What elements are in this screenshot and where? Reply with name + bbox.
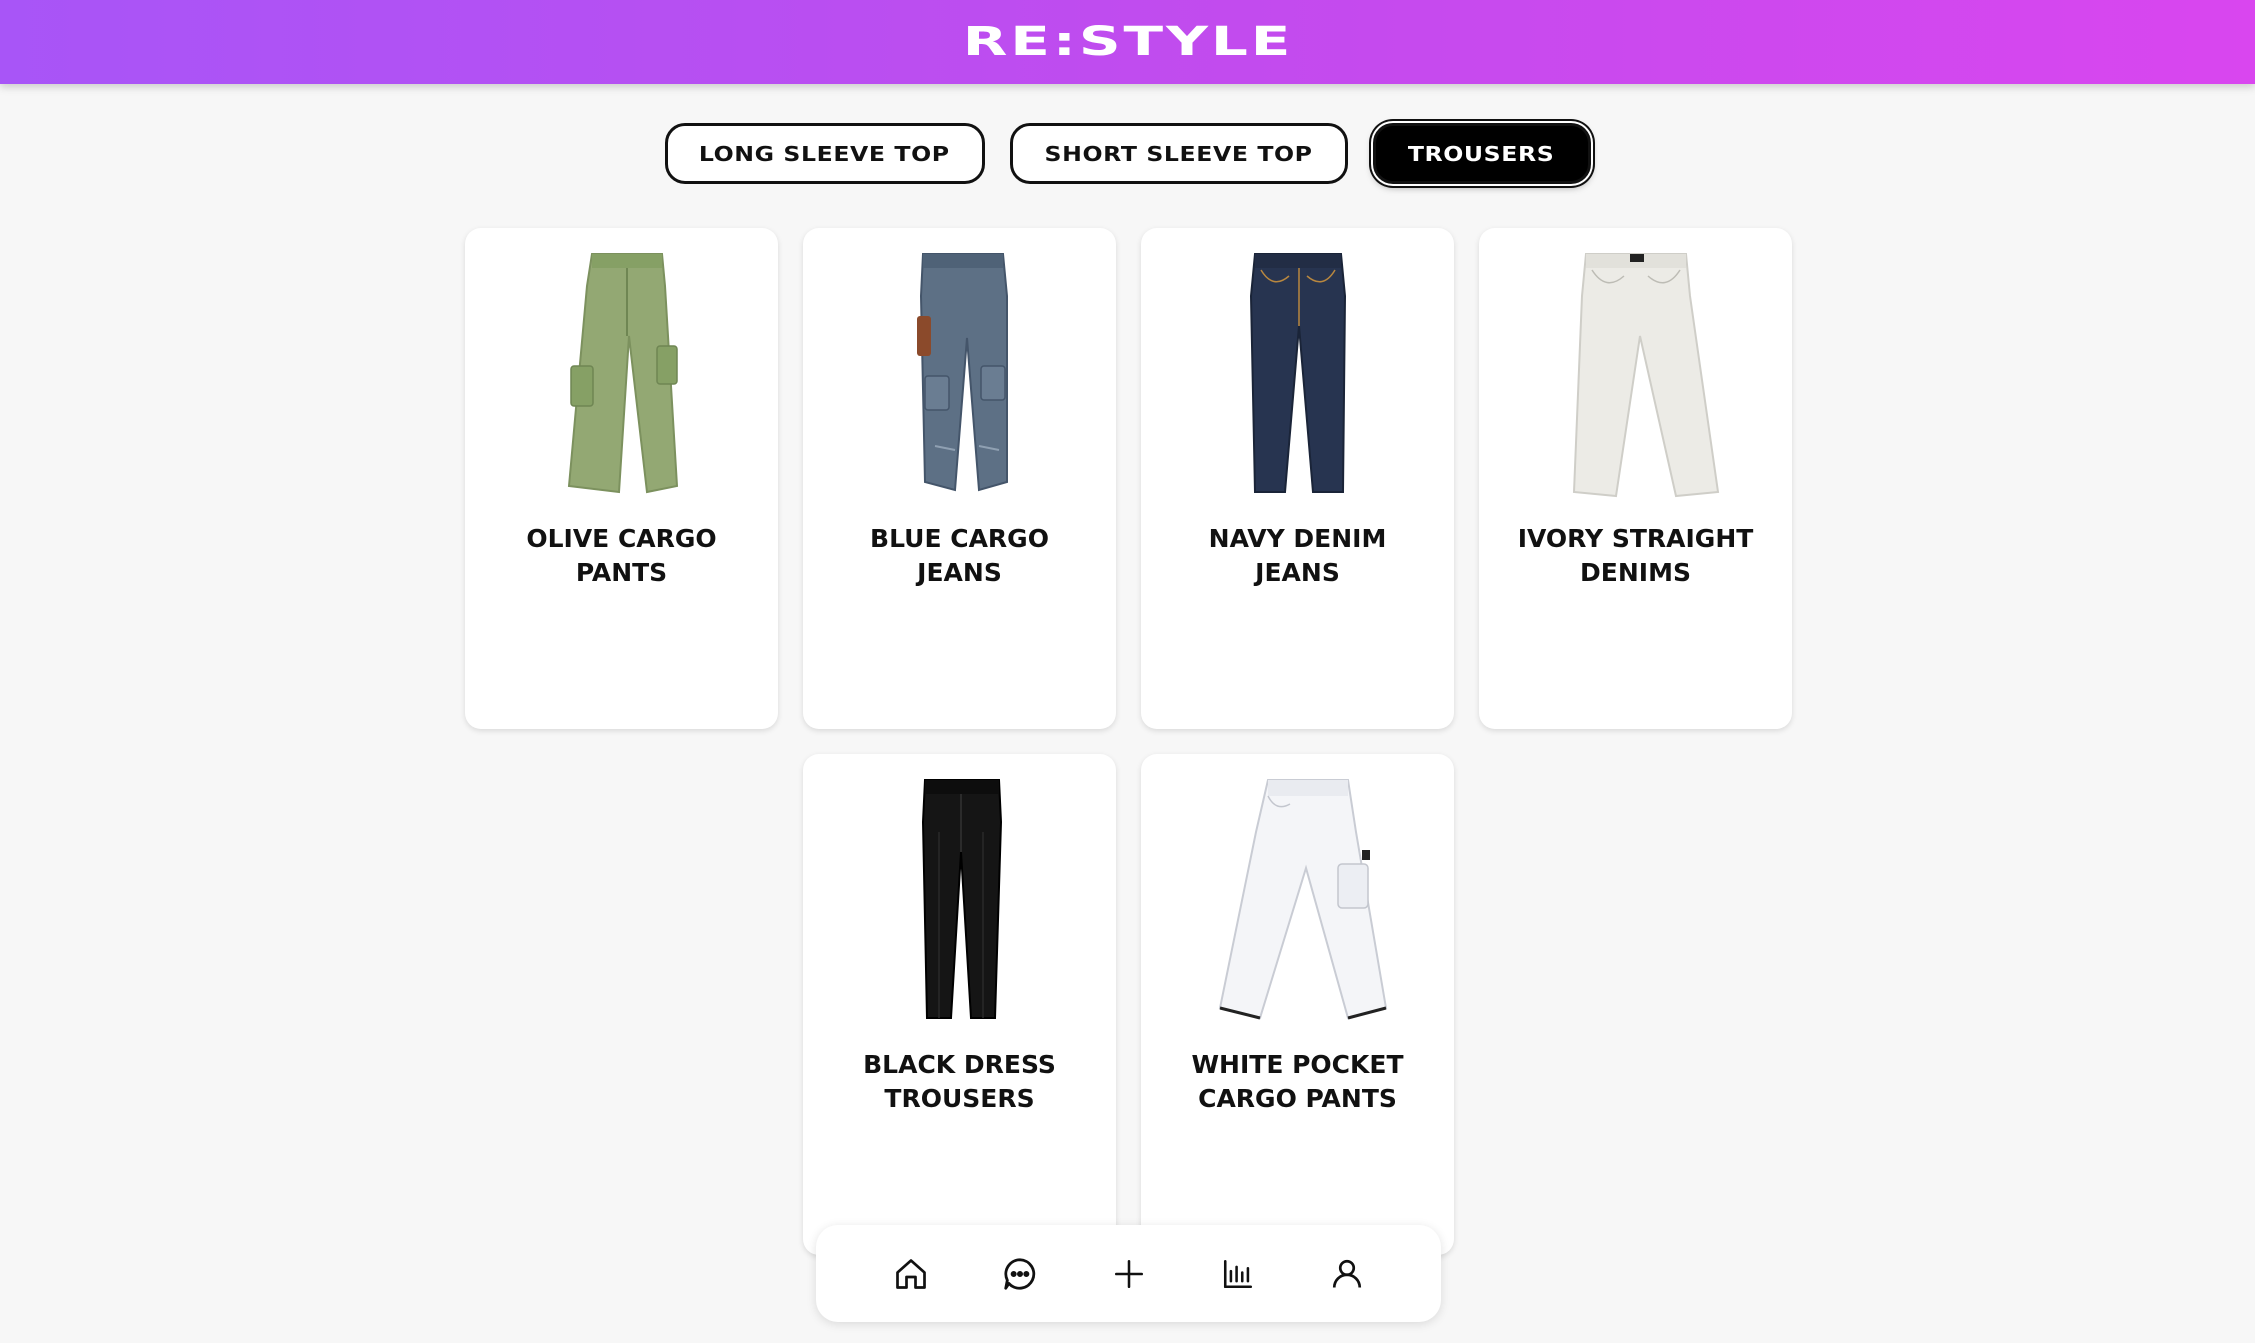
tab-short-sleeve-top[interactable]: SHORT SLEEVE TOP: [1009, 123, 1348, 184]
tab-label: SHORT SLEEVE TOP: [1044, 141, 1313, 166]
product-card[interactable]: OLIVE CARGO PANTS: [465, 228, 778, 729]
product-name: OLIVE CARGO PANTS: [526, 524, 717, 587]
app-logo[interactable]: RE:STYLE: [962, 19, 1293, 65]
chart-icon: [1223, 1259, 1252, 1288]
tab-long-sleeve-top[interactable]: LONG SLEEVE TOP: [664, 123, 985, 184]
nav-profile-button[interactable]: [1322, 1249, 1372, 1299]
product-name: BLUE CARGO JEANS: [870, 524, 1049, 587]
product-card[interactable]: WHITE POCKET CARGO PANTS: [1141, 754, 1454, 1255]
home-icon: [895, 1258, 926, 1289]
nav-chat-button[interactable]: [995, 1249, 1045, 1299]
tab-label: TROUSERS: [1408, 141, 1555, 166]
product-card[interactable]: BLACK DRESS TROUSERS: [803, 754, 1116, 1255]
product-card[interactable]: NAVY DENIM JEANS: [1141, 228, 1454, 729]
product-image: [1188, 772, 1408, 1026]
chat-icon: [1003, 1257, 1035, 1290]
category-tabs: LONG SLEEVE TOP SHORT SLEEVE TOP TROUSER…: [0, 123, 2255, 184]
product-name: NAVY DENIM JEANS: [1208, 524, 1387, 587]
bottom-nav: [816, 1225, 1441, 1322]
product-card[interactable]: IVORY STRAIGHT DENIMS: [1479, 228, 1792, 729]
product-name: BLACK DRESS TROUSERS: [863, 1050, 1056, 1113]
product-name: IVORY STRAIGHT DENIMS: [1517, 524, 1754, 587]
product-image: [850, 246, 1070, 500]
product-image: [1188, 246, 1408, 500]
app-header: RE:STYLE: [0, 0, 2255, 84]
nav-stats-button[interactable]: [1213, 1249, 1263, 1299]
nav-add-button[interactable]: [1104, 1249, 1154, 1299]
product-name: WHITE POCKET CARGO PANTS: [1191, 1050, 1404, 1113]
product-grid: OLIVE CARGO PANTS BLUE CARGO JEANS NAVY …: [465, 228, 1792, 1255]
nav-home-button[interactable]: [886, 1249, 936, 1299]
product-image: [850, 772, 1070, 1026]
tab-label: LONG SLEEVE TOP: [699, 141, 950, 166]
product-image: [512, 246, 732, 500]
profile-icon: [1332, 1259, 1361, 1288]
product-image: [1526, 246, 1746, 500]
product-card[interactable]: BLUE CARGO JEANS: [803, 228, 1116, 729]
plus-icon: [1114, 1259, 1143, 1288]
tab-trousers[interactable]: TROUSERS: [1372, 123, 1591, 184]
